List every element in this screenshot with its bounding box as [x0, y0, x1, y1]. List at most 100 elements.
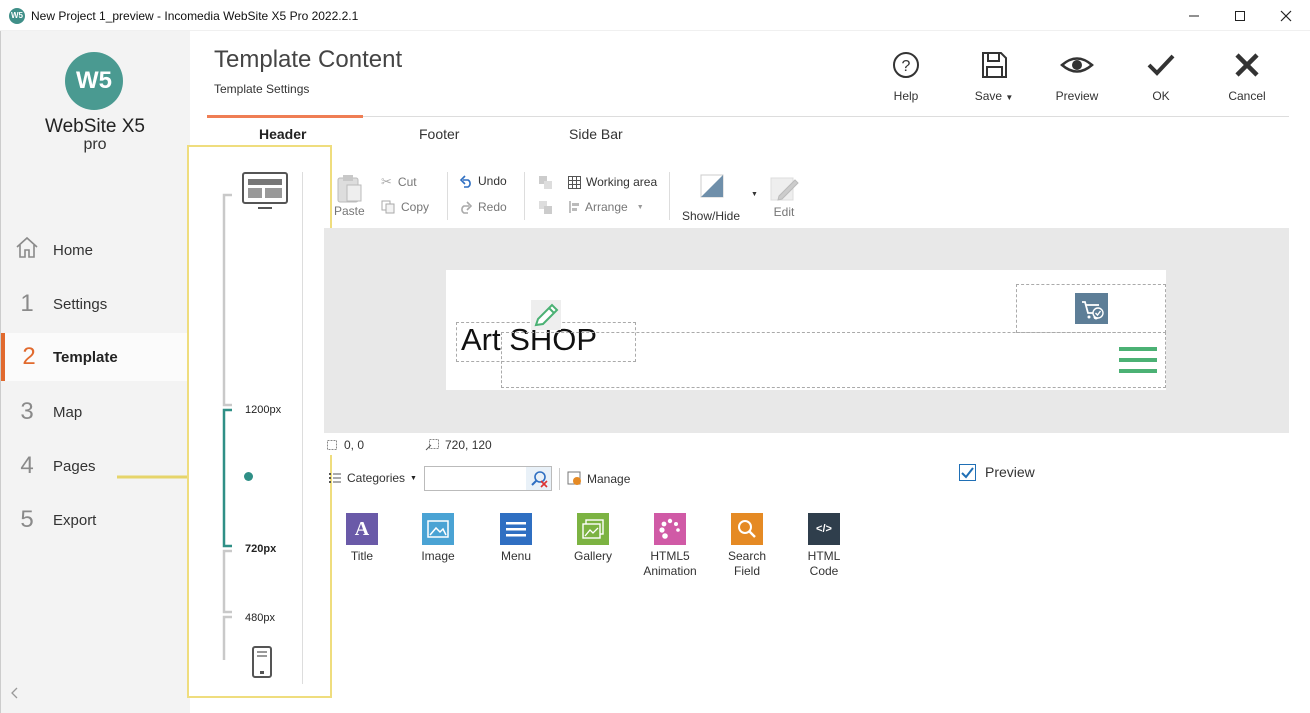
size-icon	[425, 439, 439, 451]
arrange-button[interactable]: Arrange ▼	[568, 200, 644, 214]
undo-button[interactable]: Undo	[459, 174, 507, 188]
show-hide-label: Show/Hide	[682, 209, 741, 223]
object-title[interactable]: A Title	[324, 513, 400, 564]
logo-sub: pro	[83, 136, 107, 153]
show-hide-icon	[700, 174, 724, 198]
bring-forward-icon[interactable]	[538, 175, 554, 194]
pencil-icon[interactable]	[531, 300, 561, 330]
cart-icon[interactable]	[1075, 293, 1108, 324]
breakpoint-1200[interactable]: 1200px	[245, 404, 281, 416]
grid-icon	[568, 175, 581, 189]
paste-button[interactable]: Paste	[334, 173, 365, 218]
sidebar-item-number: 3	[20, 398, 34, 425]
sidebar-item-label: Settings	[53, 295, 108, 313]
sidebar-item-label: Map	[53, 403, 83, 421]
header-accent	[207, 115, 363, 118]
cut-label: Cut	[397, 175, 417, 189]
preview-label: Preview	[1055, 89, 1099, 103]
minimize-button[interactable]	[1171, 0, 1217, 31]
eye-icon	[1060, 57, 1094, 73]
object-html5-animation[interactable]: HTML5 Animation	[632, 513, 708, 579]
sidebar-item-export[interactable]: 5 Export	[1, 496, 189, 544]
preview-button[interactable]: Preview	[1042, 50, 1112, 103]
clear-search-button[interactable]	[526, 467, 551, 490]
chevron-down-icon: ▼	[1005, 93, 1014, 102]
menu-object[interactable]	[501, 332, 1166, 388]
breakpoint-720[interactable]: 720px	[245, 543, 276, 555]
cancel-icon	[1235, 53, 1259, 77]
logo-mark: W5	[65, 52, 123, 110]
checkmark-icon	[961, 467, 974, 479]
page-title: Template Content	[214, 46, 403, 73]
svg-text:?: ?	[902, 58, 911, 75]
breakpoint-480[interactable]: 480px	[245, 612, 275, 624]
desktop-icon[interactable]	[242, 172, 288, 213]
sidebar-item-number: 5	[20, 506, 34, 533]
object-menu[interactable]: Menu	[478, 513, 554, 564]
object-search-field[interactable]: Search Field	[709, 513, 785, 579]
redo-icon	[461, 201, 473, 214]
paste-label: Paste	[334, 204, 365, 218]
chevron-down-icon[interactable]: ▼	[751, 191, 758, 198]
object-label: HTML5 Animation	[643, 549, 697, 578]
arrange-label: Arrange	[585, 200, 628, 214]
manage-icon	[567, 471, 581, 485]
mobile-icon[interactable]	[252, 646, 272, 681]
object-label: Search Field	[727, 549, 767, 578]
undo-label: Undo	[478, 174, 507, 188]
preview-checkbox[interactable]	[959, 464, 976, 481]
copy-button[interactable]: Copy	[381, 200, 429, 214]
tab-header[interactable]: Header	[259, 126, 306, 142]
help-button[interactable]: ? Help	[871, 50, 941, 103]
hamburger-menu-icon[interactable]	[1119, 346, 1157, 379]
app-icon: W5	[9, 8, 25, 24]
minimize-icon	[1189, 15, 1199, 16]
object-label: Gallery	[573, 549, 612, 563]
working-area-label: Working area	[586, 175, 658, 189]
send-backward-icon[interactable]	[538, 200, 554, 219]
edit-button[interactable]: Edit	[768, 174, 800, 219]
working-area-button[interactable]: Working area	[568, 175, 657, 189]
categories-dropdown[interactable]: Categories ▼	[328, 471, 417, 485]
sidebar-item-template[interactable]: 2 Template	[1, 333, 189, 381]
close-button[interactable]	[1263, 0, 1309, 31]
tab-footer[interactable]: Footer	[419, 126, 459, 142]
image-icon	[422, 513, 454, 545]
position-icon	[327, 440, 337, 450]
sidebar-item-settings[interactable]: 1 Settings	[1, 280, 189, 328]
sidebar-item-map[interactable]: 3 Map	[1, 388, 189, 436]
sidebar-item-label: Template	[53, 348, 118, 366]
help-icon: ?	[893, 52, 919, 78]
object-gallery[interactable]: Gallery	[555, 513, 631, 564]
maximize-button[interactable]	[1217, 0, 1263, 31]
help-label: Help	[893, 89, 919, 103]
ok-button[interactable]: OK	[1126, 50, 1196, 103]
show-hide-button[interactable]: Show/Hide	[682, 174, 742, 223]
copy-icon	[381, 200, 395, 214]
redo-button[interactable]: Redo	[459, 200, 507, 214]
cancel-button[interactable]: Cancel	[1212, 50, 1282, 103]
paste-icon	[337, 175, 362, 203]
chevron-left-icon[interactable]	[10, 686, 20, 703]
object-html-code[interactable]: </> HTML Code	[786, 513, 862, 579]
window-title: New Project 1_preview - Incomedia WebSit…	[31, 9, 359, 23]
close-icon	[1280, 10, 1292, 21]
search-divider	[559, 468, 560, 490]
size-value: 720, 120	[445, 438, 492, 452]
object-label: Image	[421, 549, 455, 563]
ok-label: OK	[1152, 89, 1170, 103]
cut-button[interactable]: ✂ Cut	[381, 174, 417, 190]
sidebar-item-home[interactable]: Home	[1, 226, 189, 274]
manage-button[interactable]: Manage	[567, 471, 630, 486]
edit-icon	[770, 177, 799, 201]
menu-icon	[500, 513, 532, 545]
logo-text: WebSite X5	[45, 116, 145, 137]
object-label: Title	[350, 549, 374, 563]
save-button[interactable]: Save ▼	[959, 50, 1029, 103]
object-image[interactable]: Image	[400, 513, 476, 564]
tab-side-bar[interactable]: Side Bar	[569, 126, 623, 142]
breakpoint-marker[interactable]	[244, 472, 253, 481]
arrange-icon	[569, 201, 579, 213]
chevron-down-icon: ▼	[636, 203, 644, 211]
scissors-icon: ✂	[381, 174, 392, 189]
